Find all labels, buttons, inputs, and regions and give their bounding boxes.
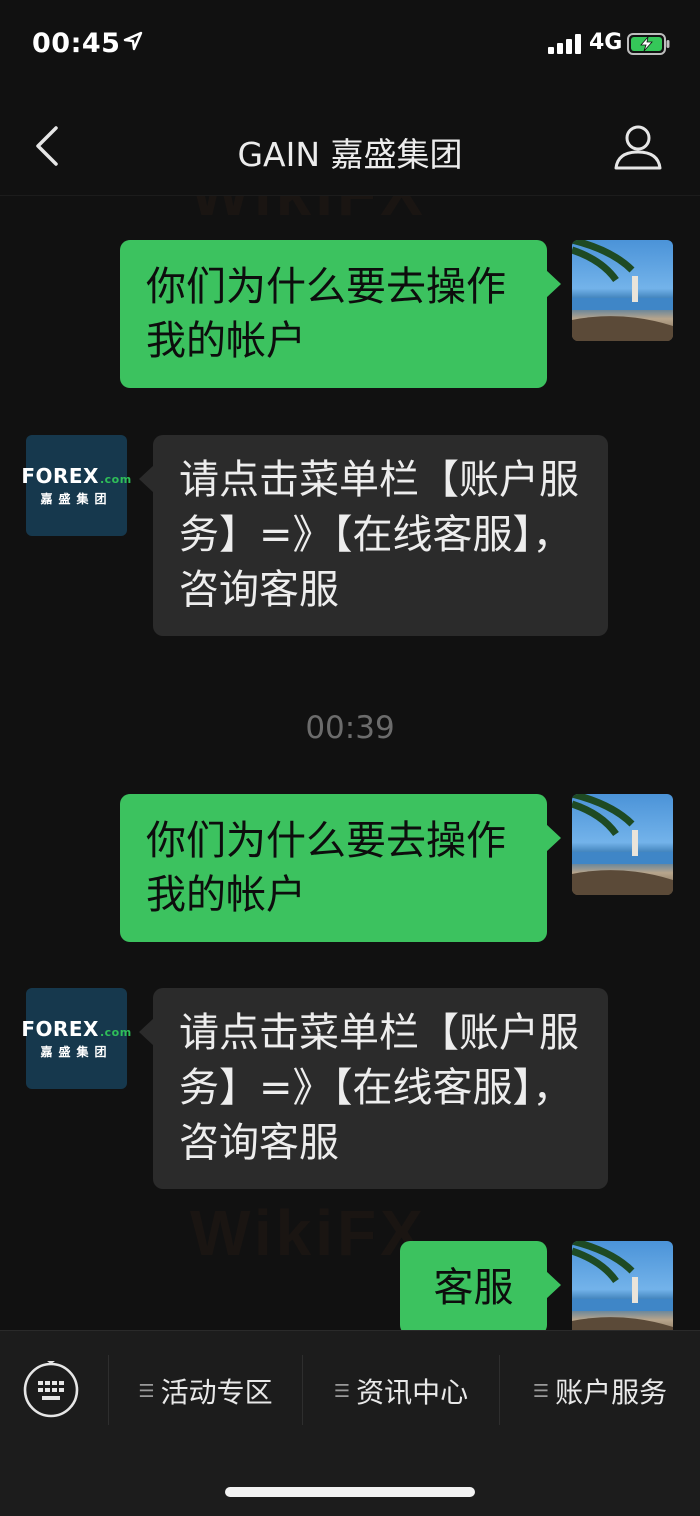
brand-logo-text: FOREX — [21, 464, 99, 488]
menu-item-label: 资讯中心 — [356, 1376, 469, 1409]
chat-title: GAIN 嘉盛集团 — [237, 135, 463, 174]
sent-message-bubble[interactable]: 客服 — [400, 1241, 561, 1330]
menu-list-icon: ☰ — [333, 1380, 351, 1402]
user-avatar[interactable] — [572, 240, 673, 341]
brand-logo-subtitle: 嘉盛集团 — [40, 1045, 113, 1059]
user-avatar[interactable] — [572, 794, 673, 895]
brand-logo-subtitle: 嘉盛集团 — [40, 492, 113, 506]
official-account-avatar[interactable]: FOREX.com 嘉盛集团 — [21, 435, 131, 536]
message-timestamp: 00:39 — [305, 710, 395, 746]
menu-item-activities[interactable]: ☰ 活动专区 — [109, 1353, 302, 1429]
beach-photo-icon — [572, 794, 673, 895]
home-indicator[interactable] — [225, 1487, 475, 1497]
chat-header: GAIN 嘉盛集团 — [0, 100, 700, 196]
status-time: 00:45 — [32, 28, 121, 59]
menu-item-account-services[interactable]: ☰ 账户服务 — [500, 1353, 700, 1429]
keyboard-toggle-icon[interactable] — [22, 1361, 80, 1419]
beach-photo-icon — [572, 1241, 673, 1330]
status-bar: 00:45 4G — [0, 0, 700, 88]
watermark: WikiFX — [190, 1197, 427, 1269]
location-arrow-icon — [123, 31, 143, 51]
menu-list-icon: ☰ — [532, 1380, 550, 1402]
official-account-avatar[interactable]: FOREX.com 嘉盛集团 — [21, 988, 131, 1089]
battery-charging-icon — [627, 33, 670, 55]
sent-message-bubble[interactable]: 你们为什么要去操作我的帐户 — [120, 240, 561, 388]
profile-icon[interactable] — [612, 122, 664, 172]
chat-messages[interactable]: WikiFX WikiFX WikiFX 你们为什么要去操作我的帐户 FOREX… — [0, 196, 700, 1330]
watermark: WikiFX — [190, 196, 427, 230]
menu-list-icon: ☰ — [138, 1380, 155, 1402]
brand-logo-suffix: .com — [99, 1026, 132, 1039]
menu-item-label: 账户服务 — [555, 1376, 668, 1409]
user-avatar[interactable] — [572, 1241, 673, 1330]
received-message-bubble[interactable]: 请点击菜单栏【账户服务】=》【在线客服】，咨询客服 — [139, 435, 608, 636]
brand-logo-text: FOREX — [21, 1017, 99, 1041]
brand-logo-suffix: .com — [99, 473, 132, 486]
sent-message-bubble[interactable]: 你们为什么要去操作我的帐户 — [120, 794, 561, 942]
cellular-signal-icon — [548, 34, 581, 54]
menu-item-label: 活动专区 — [160, 1376, 273, 1409]
received-message-bubble[interactable]: 请点击菜单栏【账户服务】=》【在线客服】，咨询客服 — [139, 988, 608, 1189]
beach-photo-icon — [572, 240, 673, 341]
network-type: 4G — [589, 30, 623, 55]
menu-item-news[interactable]: ☰ 资讯中心 — [303, 1353, 499, 1429]
